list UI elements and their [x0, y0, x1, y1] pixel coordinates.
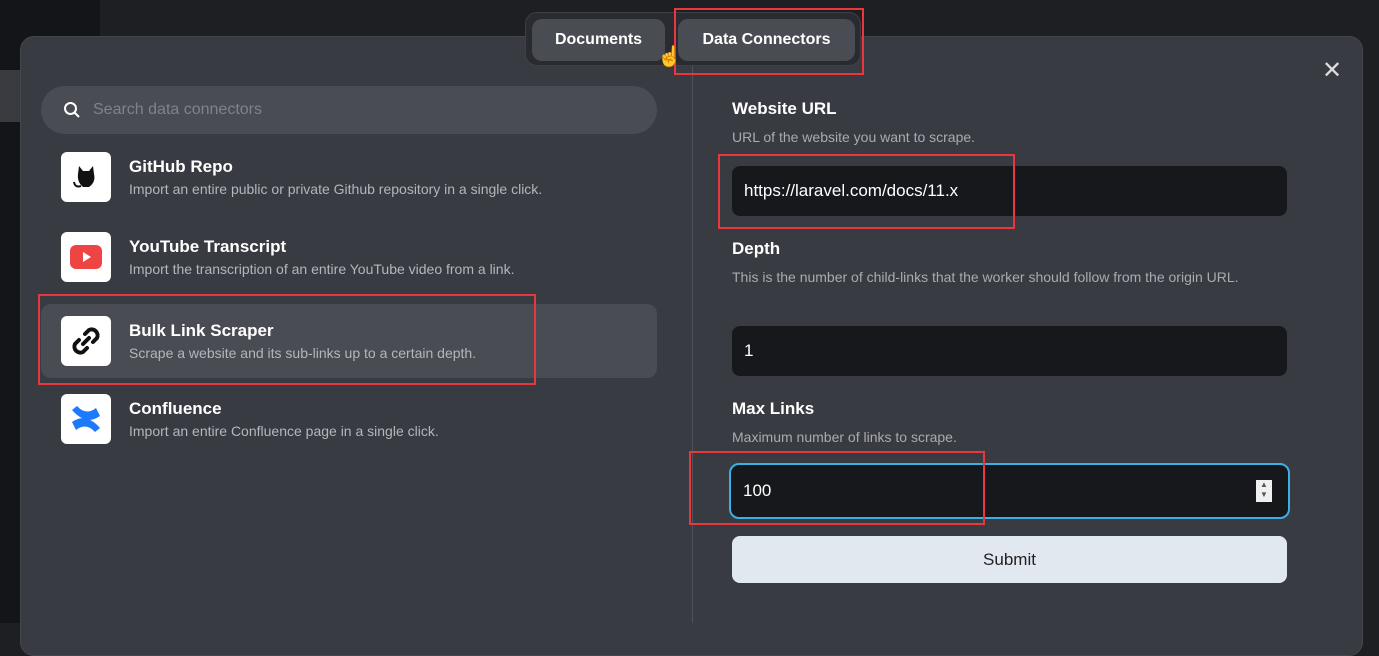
website-url-help: URL of the website you want to scrape.: [732, 129, 976, 145]
depth-help: This is the number of child-links that t…: [732, 269, 1239, 285]
connector-github[interactable]: GitHub Repo Import an entire public or pr…: [41, 140, 657, 214]
connector-description: Import an entire public or private Githu…: [129, 181, 543, 197]
max-links-label: Max Links: [732, 399, 815, 418]
connector-description: Scrape a website and its sub-links up to…: [129, 345, 477, 361]
tab-group: Documents Data Connectors: [525, 12, 861, 66]
connector-title: Confluence: [129, 399, 222, 418]
depth-input[interactable]: [732, 326, 1287, 376]
link-icon: [61, 316, 111, 366]
connector-title: GitHub Repo: [129, 157, 233, 176]
confluence-icon: [61, 394, 111, 444]
number-stepper-icon[interactable]: ▲ ▼: [1256, 480, 1272, 502]
connector-bulk-link-scraper[interactable]: Bulk Link Scraper Scrape a website and it…: [41, 304, 657, 378]
submit-button[interactable]: Submit: [732, 536, 1287, 583]
max-links-input[interactable]: [729, 463, 1290, 519]
youtube-icon: [61, 232, 111, 282]
connector-description: Import an entire Confluence page in a si…: [129, 423, 439, 439]
website-url-input[interactable]: [732, 166, 1287, 216]
connector-title: Bulk Link Scraper: [129, 321, 274, 340]
hand-cursor-icon: ☝: [657, 46, 682, 68]
depth-label: Depth: [732, 239, 781, 258]
tab-documents[interactable]: Documents: [532, 19, 665, 61]
search-icon: [64, 102, 80, 118]
connector-confluence[interactable]: Confluence Import an entire Confluence pa…: [41, 382, 657, 456]
connector-title: YouTube Transcript: [129, 237, 287, 256]
website-url-label: Website URL: [732, 99, 837, 118]
close-icon[interactable]: ✕: [1322, 56, 1342, 85]
divider: [692, 66, 693, 623]
background-element: [0, 70, 22, 122]
tab-data-connectors[interactable]: Data Connectors: [678, 19, 855, 61]
search-bar: [41, 86, 657, 134]
max-links-help: Maximum number of links to scrape.: [732, 429, 957, 445]
search-input[interactable]: [93, 101, 613, 119]
github-icon: [61, 152, 111, 202]
connector-description: Import the transcription of an entire Yo…: [129, 261, 515, 277]
connector-youtube[interactable]: YouTube Transcript Import the transcripti…: [41, 220, 657, 294]
